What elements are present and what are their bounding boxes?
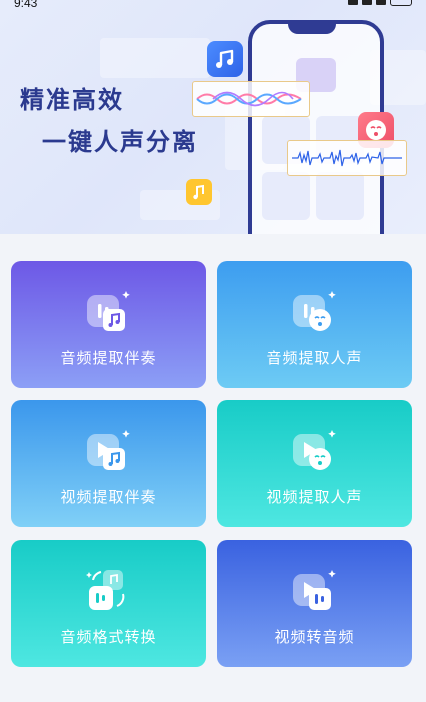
- audio-accompaniment-icon: [83, 287, 135, 339]
- tile-label: 音频格式转换: [60, 628, 157, 646]
- video-vocal-icon: [289, 426, 341, 478]
- status-icons: [348, 0, 386, 5]
- phone-tile: [316, 172, 364, 220]
- hero-title-line2: 一键人声分离: [42, 128, 198, 156]
- phone-notch: [288, 22, 336, 34]
- phone-tile: [262, 172, 310, 220]
- hero-title-line1: 精准高效: [20, 86, 124, 114]
- video-accompaniment-icon: [83, 426, 135, 478]
- battery-icon: [390, 0, 412, 6]
- hero-banner: 精准高效 一键人声分离: [0, 0, 426, 234]
- tile-label: 视频转音频: [274, 628, 355, 646]
- feature-audio-extract-vocal[interactable]: 音频提取人声: [217, 261, 412, 388]
- audio-vocal-icon: [289, 287, 341, 339]
- audio-format-convert-icon: [83, 566, 135, 618]
- signal-icon: [348, 0, 358, 5]
- waveform-mono: [287, 140, 407, 176]
- tile-label: 视频提取人声: [266, 488, 363, 506]
- decor-panel: [100, 38, 210, 78]
- tile-label: 音频提取人声: [266, 349, 363, 367]
- music-note-icon: [207, 41, 243, 77]
- wifi-icon: [376, 0, 386, 5]
- video-to-audio-icon: [289, 566, 341, 618]
- feature-video-extract-vocal[interactable]: 视频提取人声: [217, 400, 412, 527]
- feature-audio-format-convert[interactable]: 音频格式转换: [11, 540, 206, 667]
- status-time: 9:43: [14, 0, 38, 10]
- signal-icon: [362, 0, 372, 5]
- waveform-colored: [192, 81, 310, 117]
- status-bar: 9:43: [0, 0, 426, 10]
- feature-video-to-audio[interactable]: 视频转音频: [217, 540, 412, 667]
- small-music-note-icon: [186, 179, 212, 205]
- tile-label: 音频提取伴奏: [60, 349, 157, 367]
- feature-audio-extract-accompaniment[interactable]: 音频提取伴奏: [11, 261, 206, 388]
- feature-video-extract-accompaniment[interactable]: 视频提取伴奏: [11, 400, 206, 527]
- tile-label: 视频提取伴奏: [60, 488, 157, 506]
